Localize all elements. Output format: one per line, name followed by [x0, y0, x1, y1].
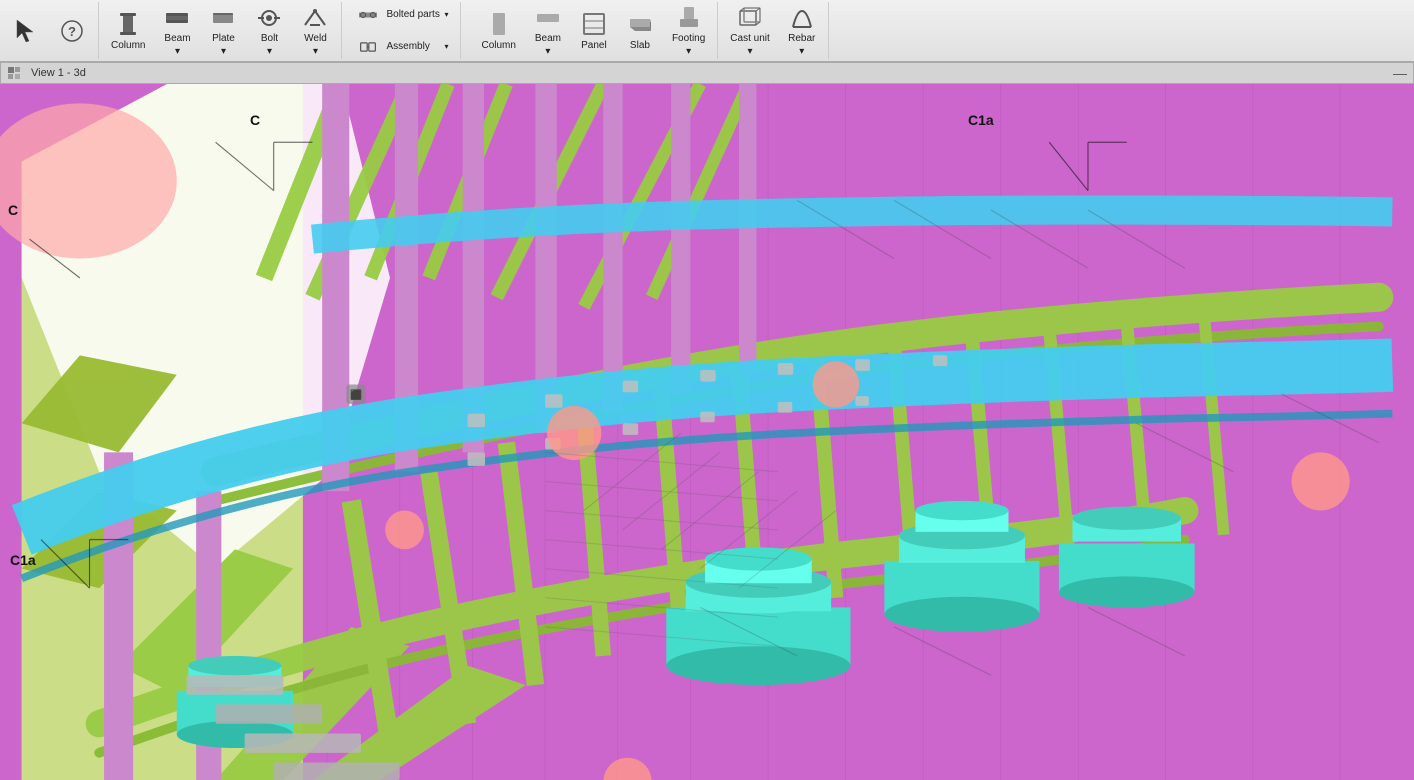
viewport[interactable]: ⬛ C C C1a C1a: [0, 84, 1414, 780]
bolt-steel-icon: [255, 5, 283, 31]
weld-steel-button[interactable]: Weld ▾: [293, 4, 337, 58]
cast-rebar-section: Cast unit ▾ Rebar ▾: [718, 2, 828, 59]
beam-concrete-arrow: ▾: [545, 46, 550, 57]
plate-steel-label: Plate: [212, 33, 235, 44]
panel-concrete-icon: [580, 10, 608, 38]
bolted-parts-label: Bolted parts: [386, 9, 439, 20]
column-steel-icon: [114, 10, 142, 38]
beam-dropdown-arrow: ▾: [175, 46, 180, 57]
plate-steel-button[interactable]: Plate ▾: [201, 4, 245, 58]
view-container: View 1 - 3d —: [0, 62, 1414, 780]
svg-text:?: ?: [68, 24, 76, 39]
footing-concrete-button[interactable]: Footing ▾: [664, 4, 713, 58]
panel-concrete-button[interactable]: Panel: [572, 4, 616, 58]
cast-unit-icon: [736, 5, 764, 31]
slab-concrete-label: Slab: [630, 40, 650, 51]
rebar-button[interactable]: Rebar ▾: [780, 4, 824, 58]
bolted-parts-dropdown-arrow: ▾: [444, 10, 448, 19]
bolted-parts-icon: [354, 1, 382, 29]
question-icon: ?: [58, 17, 86, 45]
panel-concrete-label: Panel: [581, 40, 607, 51]
plate-dropdown-arrow: ▾: [221, 46, 226, 57]
rebar-icon: [788, 5, 816, 31]
cast-unit-button[interactable]: Cast unit ▾: [722, 4, 777, 58]
bolt-steel-label: Bolt: [261, 33, 278, 44]
beam-steel-icon: [163, 5, 191, 31]
select-section: ?: [0, 2, 99, 59]
bolt-steel-button[interactable]: Bolt ▾: [247, 4, 291, 58]
svg-text:⬛: ⬛: [350, 389, 362, 401]
steel-section: Column Beam ▾ Plate ▾: [99, 2, 342, 59]
footing-dropdown-arrow: ▾: [686, 46, 691, 57]
bolt-dropdown-arrow: ▾: [267, 46, 272, 57]
column-steel-button[interactable]: Column: [103, 4, 153, 58]
toolbar-gap: [461, 2, 469, 59]
beam-concrete-icon: [534, 5, 562, 31]
beam-steel-button[interactable]: Beam ▾: [155, 4, 199, 58]
select-tool-button[interactable]: [4, 4, 48, 58]
rebar-label: Rebar: [788, 33, 815, 44]
minimize-button[interactable]: —: [1393, 65, 1407, 81]
assembly-row: Assembly ▾: [354, 33, 448, 61]
beam-concrete-button[interactable]: Beam ▾: [526, 4, 570, 58]
cast-unit-label: Cast unit: [730, 33, 769, 44]
select-icon: [12, 17, 40, 45]
column-concrete-icon: [485, 10, 513, 38]
footing-concrete-icon: [675, 5, 703, 31]
scene-svg: ⬛: [0, 84, 1414, 780]
view-icon: [7, 66, 21, 80]
nav-cube: ⬛: [346, 385, 365, 404]
assembly-label: Assembly: [386, 41, 429, 52]
column-concrete-button[interactable]: Column: [473, 4, 523, 58]
slab-concrete-icon: [626, 10, 654, 38]
bolted-parts-assembly-button[interactable]: Bolted parts ▾ Assembly ▾: [346, 4, 456, 58]
assembly-icon: [354, 33, 382, 61]
assembly-section: Bolted parts ▾ Assembly ▾: [342, 2, 461, 59]
assembly-dropdown-arrow: ▾: [444, 42, 448, 51]
plate-steel-icon: [209, 5, 237, 31]
weld-dropdown-arrow: ▾: [313, 46, 318, 57]
column-steel-label: Column: [111, 40, 145, 51]
footing-concrete-label: Footing: [672, 33, 705, 44]
cast-unit-arrow: ▾: [748, 46, 753, 57]
column-concrete-label: Column: [481, 40, 515, 51]
toolbar: ? Column Be: [0, 0, 1414, 62]
question-button[interactable]: ?: [50, 4, 94, 58]
beam-steel-label: Beam: [164, 33, 190, 44]
beam-concrete-label: Beam: [535, 33, 561, 44]
weld-steel-label: Weld: [304, 33, 327, 44]
view-title-bar: View 1 - 3d —: [0, 62, 1414, 84]
bolted-parts-row: Bolted parts ▾: [354, 1, 448, 29]
rebar-arrow: ▾: [799, 46, 804, 57]
weld-steel-icon: [301, 5, 329, 31]
view-title: View 1 - 3d: [31, 67, 86, 79]
slab-concrete-button[interactable]: Slab: [618, 4, 662, 58]
concrete-section: Column Beam ▾ Panel: [469, 2, 718, 59]
